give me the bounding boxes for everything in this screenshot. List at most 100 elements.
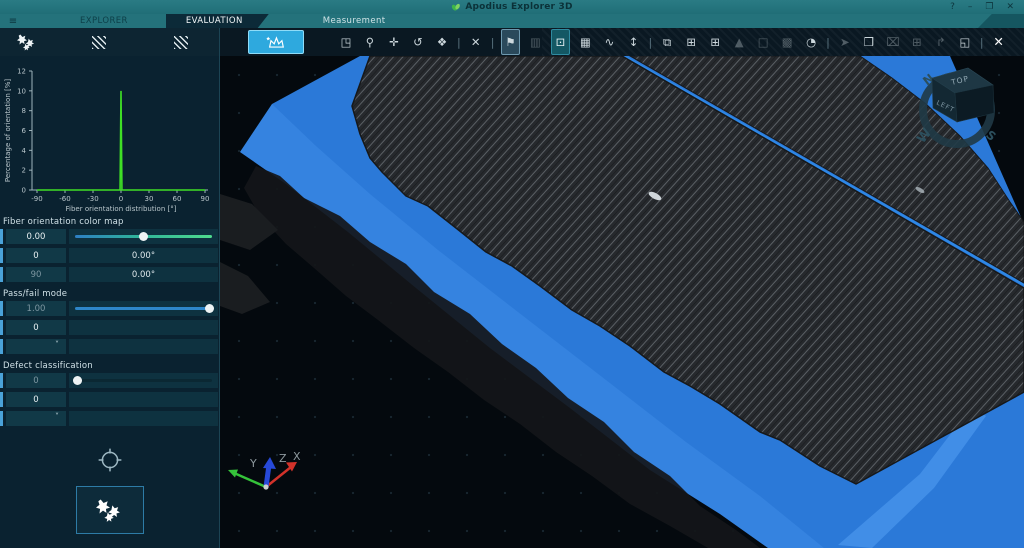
- zoom-icon[interactable]: ⚲: [362, 29, 379, 55]
- orientation-paint-tool[interactable]: [248, 30, 304, 54]
- bounds-icon[interactable]: □: [755, 29, 772, 55]
- splatter-icon: [14, 32, 40, 52]
- hatch-region-alt-tool[interactable]: [174, 36, 188, 49]
- slider-track[interactable]: [75, 307, 212, 310]
- gauge-icon[interactable]: ◔: [803, 29, 820, 55]
- zoom-window-icon[interactable]: ◳: [338, 29, 355, 55]
- selection-frame-button[interactable]: [161, 544, 207, 548]
- add-layout-button[interactable]: [12, 544, 58, 548]
- slider-thumb[interactable]: [205, 304, 214, 313]
- toolbar-strip: ◳⚲✛↺❖|✕|⚑▥⊡▦∿↕|⧉⊞⊞▲□▩◔|➤❒⌧⊞↱◱|✕: [0, 28, 1024, 56]
- snapshot-icon[interactable]: ⧉: [659, 29, 676, 55]
- empty-cell: [69, 339, 218, 354]
- slider-track[interactable]: [75, 379, 212, 382]
- close-tools-icon[interactable]: ✕: [990, 29, 1007, 55]
- slider-cell[interactable]: [69, 301, 218, 316]
- tab-bar: ≡ EXPLORER EVALUATION Measurement: [0, 14, 1024, 28]
- title-bar: Apodius Explorer 3D ? – ❐ ✕: [0, 0, 1024, 14]
- move-plane-icon[interactable]: ⊞: [683, 29, 700, 55]
- table-add-icon[interactable]: ⊞: [908, 29, 925, 55]
- hatch-icon: [92, 36, 106, 49]
- chart-x-axis-title: Fiber orientation distribution [°]: [66, 205, 177, 213]
- close-button[interactable]: ✕: [1006, 0, 1014, 14]
- parameter-row: 00.00°: [0, 248, 218, 263]
- height-range-icon[interactable]: ↕: [625, 29, 642, 55]
- empty-cell: [69, 411, 218, 426]
- 3d-viewport[interactable]: N W S TOP LEFT Y Z X: [220, 56, 1024, 548]
- warning-icon[interactable]: ▲: [731, 29, 748, 55]
- row-accent-bar: [0, 248, 3, 263]
- tab-measurement[interactable]: Measurement: [303, 14, 406, 28]
- parameter-row: ˅: [0, 411, 218, 426]
- y-tick-label: 12: [17, 68, 26, 76]
- help-button[interactable]: ?: [950, 0, 955, 14]
- chart-y-axis-title: Percentage of orientation [%]: [4, 79, 12, 182]
- texture-view-icon[interactable]: ⊡: [551, 29, 570, 55]
- row-accent-bar: [0, 320, 3, 335]
- export-icon[interactable]: ↱: [932, 29, 949, 55]
- slider-thumb[interactable]: [139, 232, 148, 241]
- parameter-row: ˅: [0, 339, 218, 354]
- window-title: Apodius Explorer 3D: [465, 2, 572, 12]
- value-input-field[interactable]: 90: [6, 267, 66, 282]
- toolbar-separator: |: [491, 36, 495, 49]
- rotate-icon[interactable]: ↺: [410, 29, 427, 55]
- pan-icon[interactable]: ✛: [386, 29, 403, 55]
- toolbar-separator: |: [648, 36, 652, 49]
- crosshair-icon: [97, 447, 123, 473]
- orientation-spike-series: [37, 91, 205, 190]
- dropdown-field[interactable]: ˅: [6, 339, 66, 354]
- hatch-icon: [174, 36, 188, 49]
- layout-buttons-row: [0, 544, 219, 548]
- report-add-icon[interactable]: ❒: [860, 29, 877, 55]
- minimize-button[interactable]: –: [968, 0, 973, 14]
- hatch-region-tool[interactable]: [92, 36, 106, 49]
- parameter-row: 1.00: [0, 301, 218, 316]
- point-grid-icon[interactable]: ▦: [577, 29, 594, 55]
- pick-transfer-icon[interactable]: ➤: [836, 29, 853, 55]
- profile-comb-icon[interactable]: ▥: [527, 29, 544, 55]
- section-label: Fiber orientation color map: [0, 214, 219, 229]
- remove-layout-button[interactable]: [87, 544, 133, 548]
- x-tick-label: -90: [31, 195, 42, 203]
- empty-cell: [69, 320, 218, 335]
- value-input-field[interactable]: 0: [6, 248, 66, 263]
- parameter-row: 0: [0, 320, 218, 335]
- sidebar-toolbar: [0, 28, 220, 56]
- hamburger-menu-icon[interactable]: ≡: [0, 14, 26, 28]
- sidebar-bottom-tools: [0, 444, 219, 548]
- spline-icon[interactable]: ∿: [601, 29, 618, 55]
- tab-evaluation[interactable]: EVALUATION: [166, 14, 269, 28]
- parameter-sections: Fiber orientation color map0.00 00.00° 90 0…: [0, 214, 219, 430]
- dropdown-field[interactable]: ˅: [6, 411, 66, 426]
- row-accent-bar: [0, 339, 3, 354]
- axis-label-x: X: [293, 450, 301, 463]
- value-input-field[interactable]: 1.00: [6, 301, 66, 316]
- tab-explorer[interactable]: EXPLORER: [60, 14, 148, 28]
- crown-icon: [266, 35, 286, 50]
- y-tick-label: 4: [22, 147, 27, 155]
- chevron-down-icon: ˅: [55, 412, 59, 421]
- move-plane-alt-icon[interactable]: ⊞: [707, 29, 724, 55]
- x-tick-label: 30: [145, 195, 154, 203]
- maximize-button[interactable]: ❐: [985, 0, 993, 14]
- trash-icon[interactable]: ⌧: [884, 29, 901, 55]
- 3d-scene-canvas[interactable]: N W S TOP LEFT Y Z X: [220, 56, 1024, 548]
- value-input-field[interactable]: 0: [6, 373, 66, 388]
- value-input-field[interactable]: 0: [6, 392, 66, 407]
- center-target-button[interactable]: [87, 444, 133, 476]
- value-input-field[interactable]: 0: [6, 320, 66, 335]
- y-tick-label: 10: [17, 87, 26, 95]
- window-export-icon[interactable]: ◱: [956, 29, 973, 55]
- slider-cell[interactable]: [69, 229, 218, 244]
- flag-annotation-icon[interactable]: ⚑: [501, 29, 520, 55]
- value-input-field[interactable]: 0.00: [6, 229, 66, 244]
- defect-marks-tool[interactable]: [14, 32, 40, 52]
- fill-region-icon[interactable]: ▩: [779, 29, 796, 55]
- slider-thumb[interactable]: [73, 376, 82, 385]
- slider-cell[interactable]: [69, 373, 218, 388]
- defect-splatter-button[interactable]: [76, 486, 144, 534]
- clear-selection-icon[interactable]: ✕: [467, 29, 484, 55]
- section-label: Defect classification: [0, 358, 219, 373]
- fit-view-icon[interactable]: ❖: [434, 29, 451, 55]
